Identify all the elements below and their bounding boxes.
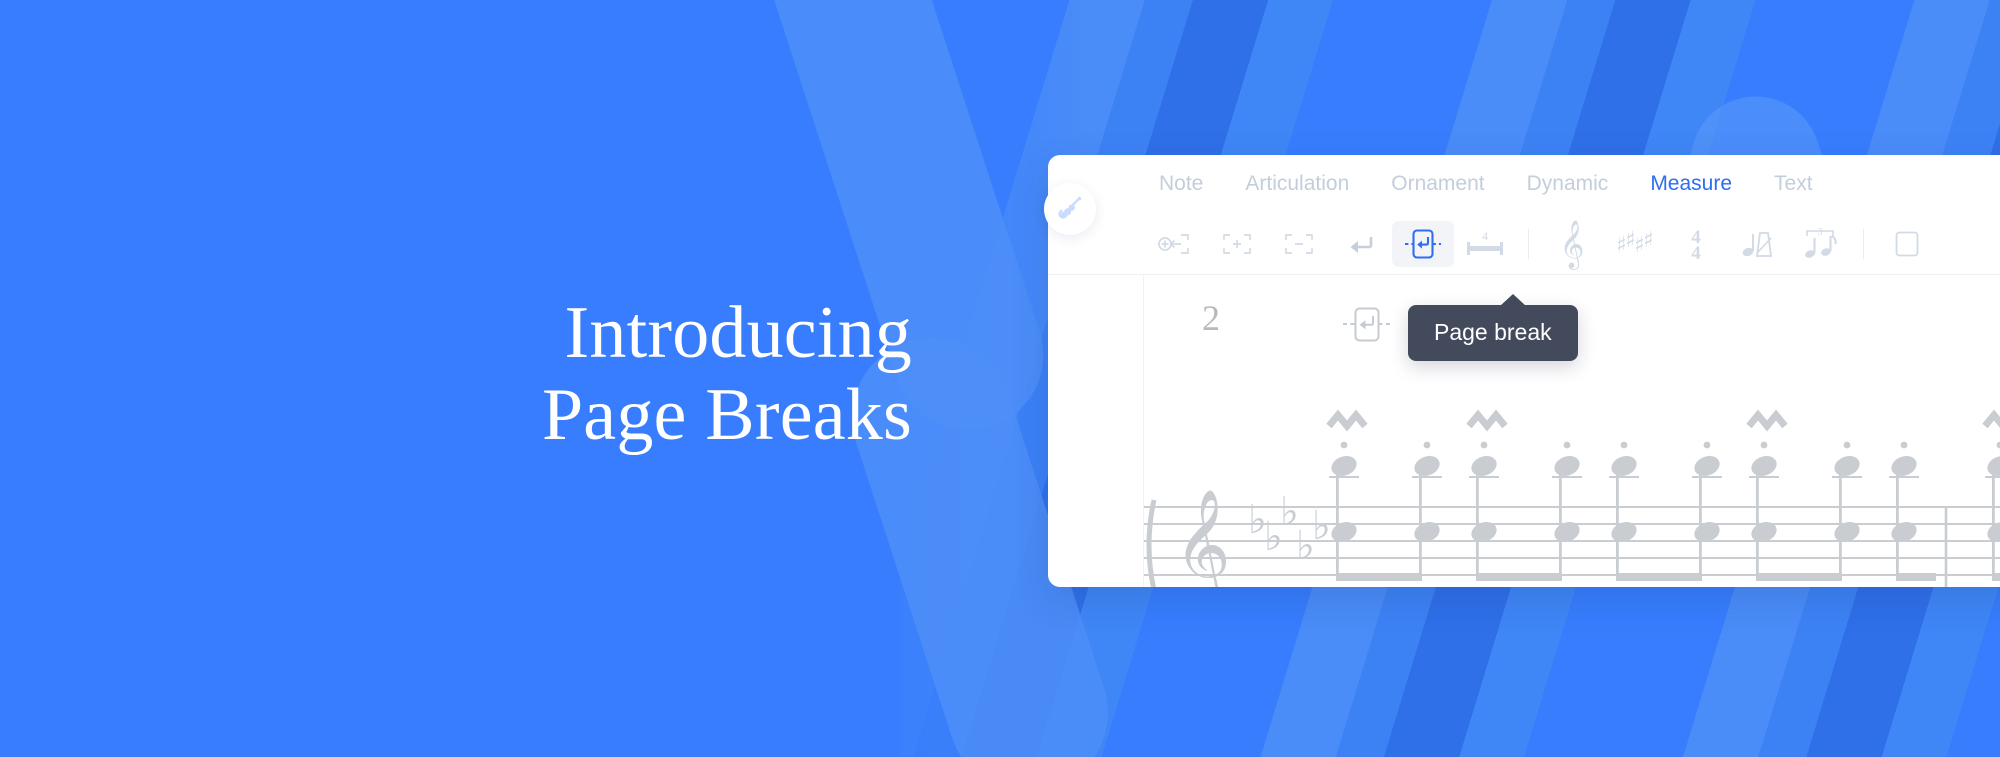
treble-clef-glyph: 𝄞 (1174, 488, 1231, 587)
hero-banner: Introducing Page Breaks Note Articulatio… (0, 0, 2000, 757)
svg-text:3: 3 (1818, 227, 1823, 238)
tab-dynamic[interactable]: Dynamic (1506, 155, 1630, 213)
note-group (1326, 409, 1442, 581)
add-measure-before-button[interactable] (1144, 221, 1206, 267)
svg-text:♭: ♭ (1312, 503, 1331, 549)
toolbar-divider-2 (1863, 228, 1864, 259)
system-break-icon (1350, 236, 1373, 253)
tab-note[interactable]: Note (1138, 155, 1224, 213)
tuplet-button[interactable]: 3 (1789, 221, 1851, 267)
repeat-barline-icon (1895, 231, 1919, 256)
measure-width-label: 4 (1482, 229, 1488, 243)
toolbar-divider (1528, 228, 1529, 259)
measure-width-icon: 4 (1467, 229, 1503, 255)
hero-headline: Introducing Page Breaks (0, 292, 912, 456)
system-break-button[interactable] (1330, 221, 1392, 267)
tooltip-arrow (1500, 294, 1526, 306)
svg-text:♯: ♯ (1643, 228, 1654, 253)
measure-width-button[interactable]: 4 (1454, 221, 1516, 267)
time-signature-button[interactable]: 4 4 (1665, 221, 1727, 267)
svg-text:4: 4 (1691, 243, 1701, 262)
note-group (1746, 409, 1862, 581)
tab-measure[interactable]: Measure (1629, 155, 1753, 213)
headline-line-1: Introducing (564, 292, 912, 374)
note-group (1609, 441, 1722, 581)
insert-measure-button[interactable] (1206, 221, 1268, 267)
violin-icon (1058, 196, 1082, 219)
note-group (1466, 409, 1582, 581)
delete-measure-icon (1285, 233, 1313, 254)
score-left-gutter (1048, 275, 1144, 587)
tab-text[interactable]: Text (1753, 155, 1834, 213)
page-break-button[interactable] (1392, 220, 1454, 267)
measure-tool-palette: 4 𝄞 ♯ ♯ ♯ ♯ 4 4 3 (1048, 213, 2000, 275)
tooltip: Page break (1408, 294, 1578, 361)
palette-tab-bar: Note Articulation Ornament Dynamic Measu… (1048, 155, 2000, 213)
note-group (1889, 441, 1936, 581)
system-brace (1146, 499, 1157, 587)
treble-clef-icon: 𝄞 (1559, 218, 1585, 268)
tab-ornament[interactable]: Ornament (1370, 155, 1505, 213)
tooltip-label: Page break (1434, 319, 1552, 345)
treble-clef-button[interactable]: 𝄞 (1541, 221, 1603, 267)
time-signature-icon: 4 4 (1691, 227, 1701, 262)
note-group (1982, 409, 2000, 581)
app-window-card: Note Articulation Ornament Dynamic Measu… (1048, 155, 2000, 587)
tempo-marking-button[interactable] (1727, 221, 1789, 267)
headline-line-2: Page Breaks (541, 374, 912, 456)
repeat-barline-button[interactable] (1876, 221, 1938, 267)
add-measure-before-icon (1158, 233, 1189, 254)
tempo-marking-icon (1742, 231, 1773, 257)
delete-measure-button[interactable] (1268, 221, 1330, 267)
insert-measure-icon (1223, 233, 1251, 254)
page-break-icon (1405, 228, 1441, 259)
note-groups (1326, 409, 2000, 581)
key-signature-button[interactable]: ♯ ♯ ♯ ♯ (1603, 221, 1665, 267)
instrument-selector-button[interactable] (1044, 183, 1096, 235)
key-signature-icon: ♯♯ ♯♯ (1616, 228, 1654, 258)
tuplet-icon: 3 (1805, 227, 1837, 258)
tab-articulation[interactable]: Articulation (1224, 155, 1370, 213)
